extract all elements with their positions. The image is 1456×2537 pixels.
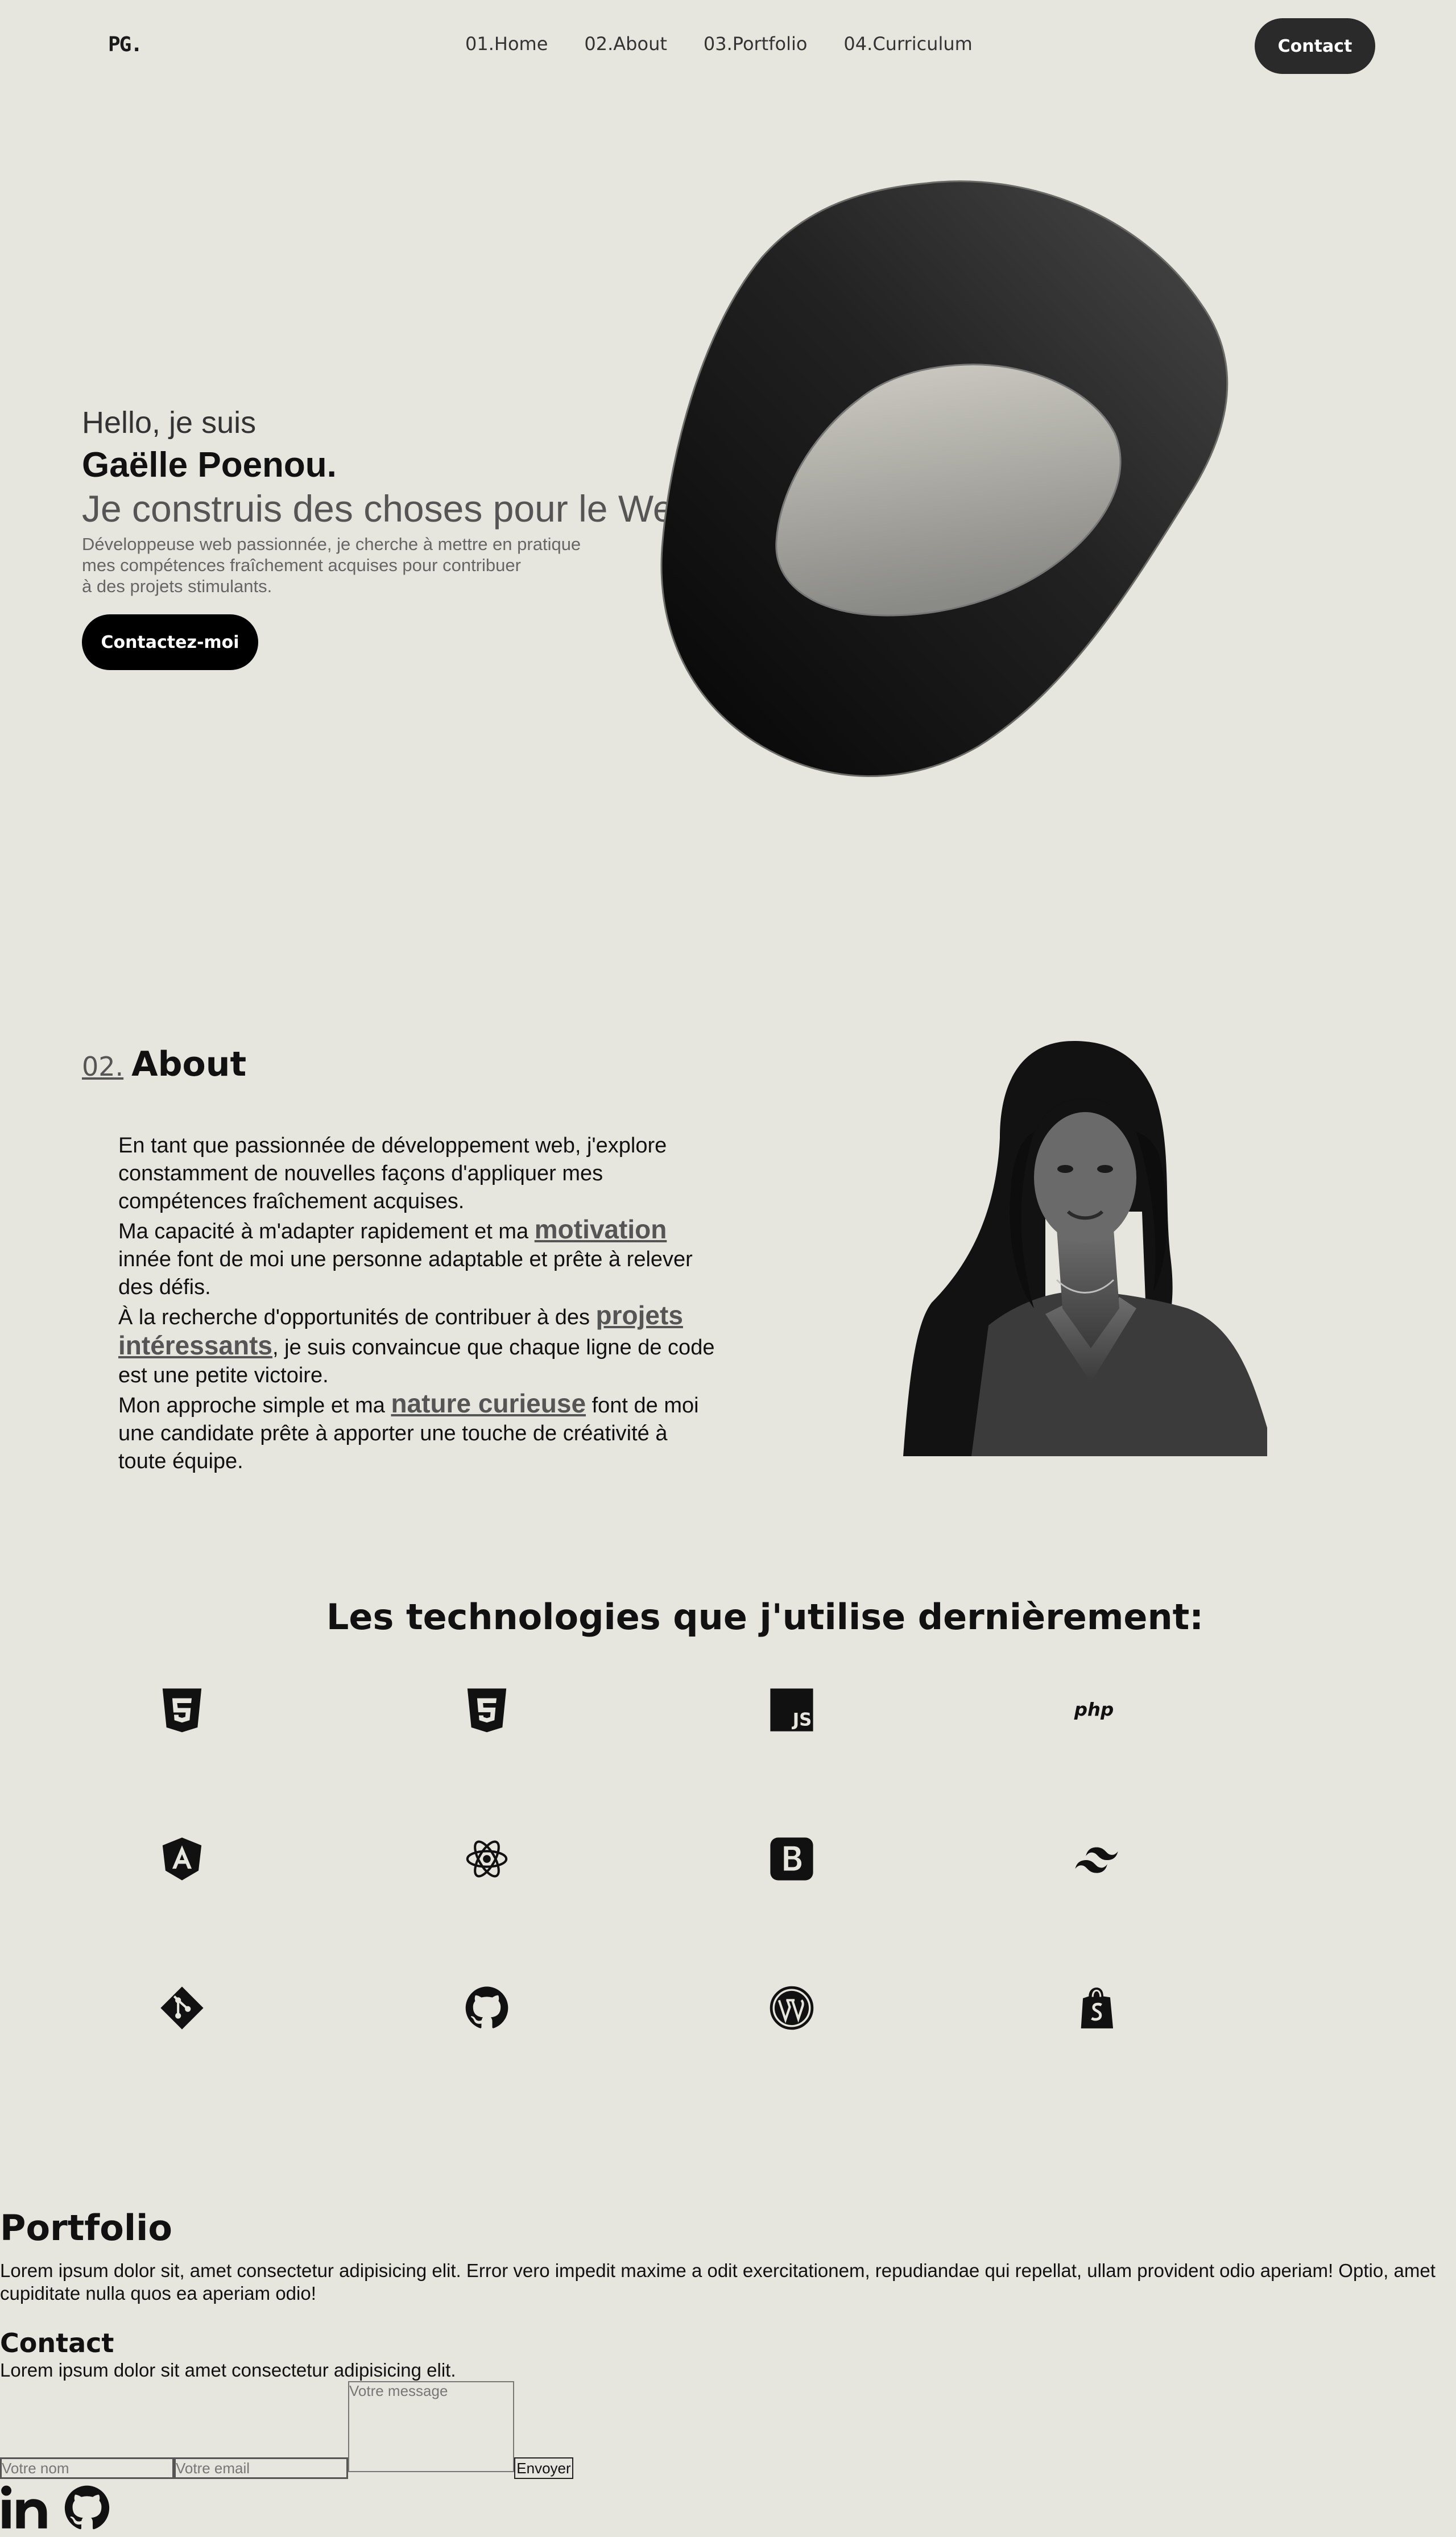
nav-link-curriculum[interactable]: 04.Curriculum (843, 33, 972, 55)
svg-text:php: php (1074, 1699, 1114, 1720)
git-icon (154, 1980, 210, 2036)
portrait-photo (903, 1041, 1267, 1456)
css3-icon (458, 1681, 515, 1738)
php-icon: php (1068, 1681, 1125, 1738)
contact-title: Contact (0, 2328, 114, 2358)
javascript-icon: JS (763, 1681, 820, 1738)
svg-text:JS: JS (792, 1709, 812, 1730)
message-textarea[interactable] (348, 2381, 514, 2472)
hero-description: Développeuse web passionnée, je cherche … (82, 534, 582, 597)
hero-description-line: mes compétences fraîchement acquises pou… (82, 555, 521, 575)
github-social-icon[interactable] (63, 2484, 111, 2535)
about-paragraph: Ma capacité à m'adapter rapidement et ma… (118, 1214, 693, 1300)
html5-icon (154, 1681, 210, 1738)
name-input[interactable] (0, 2457, 174, 2479)
portfolio-text: Lorem ipsum dolor sit, amet consectetur … (0, 2260, 1436, 2304)
hero-contact-button[interactable]: Contactez-moi (82, 614, 258, 670)
wordpress-icon (763, 1980, 820, 2036)
nav-link-about[interactable]: 02.About (584, 33, 667, 55)
about-paragraph: En tant que passionnée de développement … (118, 1134, 667, 1213)
hero-description-line: à des projets stimulants. (82, 576, 272, 596)
shopify-icon (1068, 1980, 1125, 2036)
hero-blob-graphic (660, 180, 1228, 777)
github-icon (458, 1980, 515, 2036)
bootstrap-icon (763, 1831, 820, 1887)
nav-link-portfolio[interactable]: 03.Portfolio (704, 33, 808, 55)
react-icon (458, 1831, 515, 1887)
send-button[interactable]: Envoyer (514, 2457, 573, 2479)
hero-name: Gaëlle Poenou. (82, 445, 337, 485)
main-nav: 01.Home 02.About 03.Portfolio 04.Curricu… (465, 33, 973, 55)
about-title: About (131, 1044, 247, 1084)
angular-icon (154, 1831, 210, 1887)
hero-tagline: Je construis des choses pour le Web (82, 487, 695, 530)
nav-contact-button[interactable]: Contact (1255, 18, 1375, 74)
linkedin-icon[interactable] (0, 2484, 49, 2535)
about-text: En tant que passionnée de développement … (118, 1132, 721, 1476)
about-heading: 02. About (82, 1044, 246, 1084)
tech-section-title: Les technologies que j'utilise dernièrem… (326, 1596, 1204, 1638)
about-section-number: 02. (82, 1051, 124, 1082)
site-logo[interactable]: PG. (108, 33, 143, 56)
nav-link-home[interactable]: 01.Home (465, 33, 548, 55)
contact-text: Lorem ipsum dolor sit amet consectetur a… (0, 2360, 456, 2381)
highlight-nature-curieuse: nature curieuse (391, 1389, 586, 1418)
about-paragraph: Mon approche simple et ma nature curieus… (118, 1389, 699, 1474)
hero-greeting: Hello, je suis (82, 406, 257, 440)
highlight-motivation: motivation (534, 1214, 667, 1244)
email-input[interactable] (174, 2457, 348, 2479)
portfolio-title: Portfolio (0, 2207, 172, 2249)
hero-description-line: Développeuse web passionnée, je cherche … (82, 534, 581, 554)
social-links (0, 2484, 111, 2535)
about-paragraph: À la recherche d'opportunités de contrib… (118, 1300, 715, 1388)
tailwind-icon (1068, 1831, 1125, 1887)
